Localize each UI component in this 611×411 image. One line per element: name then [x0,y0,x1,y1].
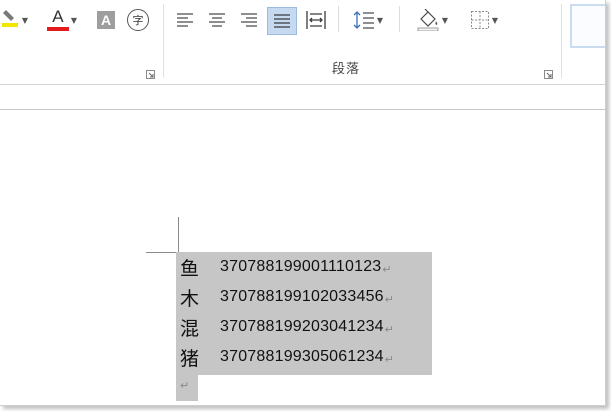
chevron-down-icon: ▼ [491,15,499,25]
document-page[interactable]: 鱼 370788199001110123 ↵ 木 370788199102033… [0,110,605,405]
chevron-down-icon: ▼ [70,15,78,25]
paint-bucket-icon [417,9,439,31]
line-spacing-button[interactable]: ▼ [346,8,390,32]
paragraph-mark-icon: ↵ [384,293,394,306]
margin-marker-horizontal [146,252,179,253]
paragraph-mark-icon: ↵ [384,353,394,366]
line-number: 370788199203041234 [220,318,384,335]
group-divider [561,4,562,78]
document-line[interactable]: 混 370788199203041234 ↵ [180,313,394,341]
chevron-down-icon: ▼ [376,15,384,25]
line-spacing-icon [353,11,374,29]
font-dialog-launcher[interactable] [146,64,155,79]
distributed-icon [306,11,326,29]
align-right-button[interactable] [236,8,262,32]
document-line[interactable]: 木 370788199102033456 ↵ [180,283,394,311]
align-right-icon [241,13,257,27]
ribbon: ▼ A ▼ A 字 ▼ ▼ ▼ 段落 [0,0,605,85]
character-shading-button[interactable]: A [95,8,117,32]
align-center-button[interactable] [204,8,230,32]
line-name: 木 [180,287,200,310]
chevron-down-icon: ▼ [21,15,29,25]
enclose-char-icon: 字 [127,9,149,31]
font-color-button[interactable]: A ▼ [42,8,82,32]
align-center-icon [209,13,225,27]
line-number: 370788199102033456 [220,288,384,305]
group-divider [163,4,164,78]
toolbar-separator [399,6,400,32]
shading-icon: A [97,11,115,29]
paragraph-dialog-launcher[interactable] [544,64,553,79]
line-number: 370788199001110123 [220,258,382,275]
borders-icon [470,11,489,29]
paragraph-mark-icon: ↵ [384,323,394,336]
align-left-button[interactable] [172,8,198,32]
document-line[interactable]: 猪 370788199305061234 ↵ [180,343,394,371]
margin-marker-vertical [178,217,179,253]
line-name: 混 [180,317,200,340]
styles-gallery-item[interactable] [570,4,605,48]
line-name: 鱼 [180,257,200,280]
font-color-letter: A [52,7,64,26]
paragraph-mark-icon: ↵ [382,263,392,276]
font-color-bar [46,27,69,31]
align-left-icon [177,13,193,27]
line-number: 370788199305061234 [220,348,384,365]
distributed-button[interactable] [302,7,330,33]
shading-button[interactable]: ▼ [408,8,456,32]
justify-button[interactable] [267,7,297,35]
line-name: 猪 [180,347,200,370]
borders-button[interactable]: ▼ [462,8,506,32]
paragraph-mark-icon: ↵ [180,379,190,392]
toolbar-separator [338,6,339,32]
chevron-down-icon: ▼ [441,15,449,25]
ruler-area [0,85,605,110]
justify-icon [274,14,290,28]
dialog-launcher-icon [146,70,155,79]
word-window: ▼ A ▼ A 字 ▼ ▼ ▼ 段落 鱼 370788199001110123 … [0,0,606,406]
dialog-launcher-icon [544,70,553,79]
highlight-color-button[interactable]: ▼ [0,8,30,32]
document-line[interactable]: 鱼 370788199001110123 ↵ [180,253,392,281]
paragraph-group-label: 段落 [332,62,361,77]
font-color-icon: A [46,7,69,31]
highlighter-icon [1,8,20,32]
enclose-characters-button[interactable]: 字 [125,8,151,32]
